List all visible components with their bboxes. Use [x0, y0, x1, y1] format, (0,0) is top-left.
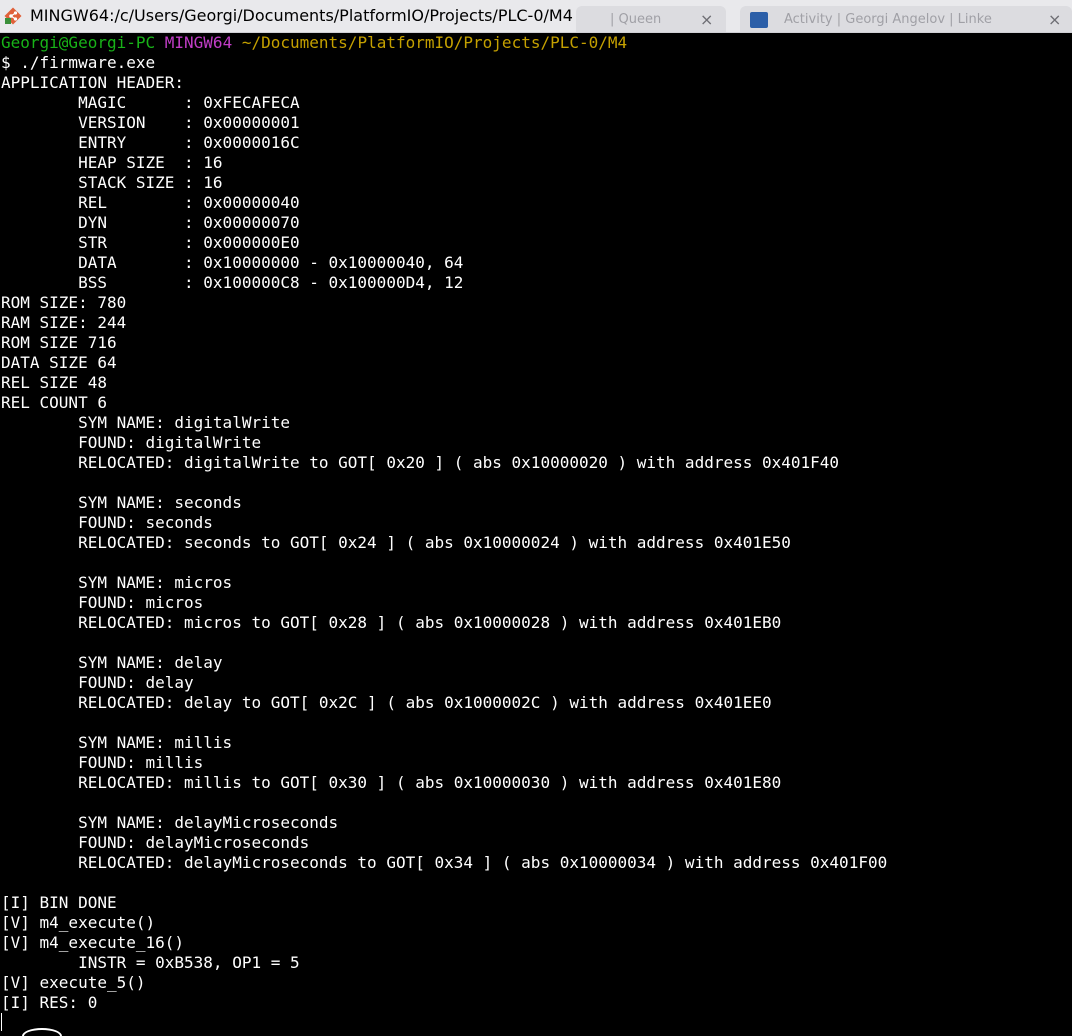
output-line: RELOCATED: millis to GOT[ 0x30 ] ( abs 0… — [1, 773, 782, 792]
output-line: ROM SIZE: 780 — [1, 293, 127, 312]
shell-prompt: Georgi@Georgi-PC MINGW64 ~/Documents/Pla… — [1, 33, 1072, 53]
output-line: DATA SIZE 64 — [1, 353, 117, 372]
background-browser-tab[interactable]: Activity | Georgi Angelov | Linke × — [740, 6, 1072, 32]
output-line: SYM NAME: seconds — [1, 493, 242, 512]
terminal-output[interactable]: Georgi@Georgi-PC MINGW64 ~/Documents/Pla… — [0, 33, 1072, 1036]
output-line: FOUND: delay — [1, 673, 194, 692]
git-bash-icon — [4, 7, 22, 25]
output-line: FOUND: delayMicroseconds — [1, 833, 310, 852]
output-line: FOUND: millis — [1, 753, 204, 772]
output-line: HEAP SIZE : 16 — [1, 153, 223, 172]
output-line: [I] RES: 0 — [1, 993, 98, 1012]
prompt-shell-name: MINGW64 — [164, 33, 233, 52]
output-line: STR : 0x000000E0 — [1, 233, 300, 252]
output-line: FOUND: digitalWrite — [1, 433, 262, 452]
input-line[interactable] — [1, 1013, 1072, 1033]
prompt-path: ~/Documents/PlatformIO/Projects/PLC-0/M4 — [241, 33, 628, 52]
linkedin-icon — [750, 12, 768, 28]
window-title: MINGW64:/c/Users/Georgi/Documents/Platfo… — [30, 6, 573, 25]
output-line: RELOCATED: delayMicroseconds to GOT[ 0x3… — [1, 853, 888, 872]
output-line: SYM NAME: micros — [1, 573, 233, 592]
output-line: FOUND: seconds — [1, 513, 213, 532]
output-line: [V] execute_5() — [1, 973, 146, 992]
output-line: STACK SIZE : 16 — [1, 173, 223, 192]
output-line: RELOCATED: delay to GOT[ 0x2C ] ( abs 0x… — [1, 693, 772, 712]
output-line: SYM NAME: digitalWrite — [1, 413, 290, 432]
window-titlebar: MINGW64:/c/Users/Georgi/Documents/Platfo… — [0, 0, 1072, 33]
output-line: SYM NAME: delayMicroseconds — [1, 813, 339, 832]
output-line: INSTR = 0xB538, OP1 = 5 — [1, 953, 300, 972]
output-line: DATA : 0x10000000 - 0x10000040, 64 — [1, 253, 464, 272]
output-line: [I] BIN DONE — [1, 893, 117, 912]
output-line: BSS : 0x100000C8 - 0x100000D4, 12 — [1, 273, 464, 292]
prompt-user-host: Georgi@Georgi-PC — [1, 33, 156, 52]
output-line: VERSION : 0x00000001 — [1, 113, 300, 132]
tab-label: | Queen — [610, 12, 662, 27]
background-browser-tab[interactable]: | Queen × — [576, 6, 726, 32]
command-line: $ ./firmware.exe — [1, 53, 156, 72]
output-line: DYN : 0x00000070 — [1, 213, 300, 232]
output-line: RAM SIZE: 244 — [1, 313, 127, 332]
output-line: REL : 0x00000040 — [1, 193, 300, 212]
tab-label: Activity | Georgi Angelov | Linke — [784, 12, 992, 27]
program-output: APPLICATION HEADER: MAGIC : 0xFECAFECA V… — [1, 73, 1072, 1013]
close-icon[interactable]: × — [700, 10, 713, 29]
output-line: ROM SIZE 716 — [1, 333, 117, 352]
output-line: REL SIZE 48 — [1, 373, 107, 392]
close-icon[interactable]: × — [1048, 10, 1061, 29]
output-line: RELOCATED: seconds to GOT[ 0x24 ] ( abs … — [1, 533, 791, 552]
output-line: ENTRY : 0x0000016C — [1, 133, 300, 152]
output-line: MAGIC : 0xFECAFECA — [1, 93, 300, 112]
output-line: RELOCATED: micros to GOT[ 0x28 ] ( abs 0… — [1, 613, 782, 632]
output-line: [V] m4_execute_16() — [1, 933, 185, 952]
output-line: APPLICATION HEADER: — [1, 73, 185, 92]
output-line: SYM NAME: millis — [1, 733, 233, 752]
output-line: REL COUNT 6 — [1, 393, 107, 412]
output-line: SYM NAME: delay — [1, 653, 223, 672]
output-line: FOUND: micros — [1, 593, 204, 612]
text-cursor — [1, 1013, 2, 1031]
output-line: [V] m4_execute() — [1, 913, 156, 932]
output-line: RELOCATED: digitalWrite to GOT[ 0x20 ] (… — [1, 453, 840, 472]
